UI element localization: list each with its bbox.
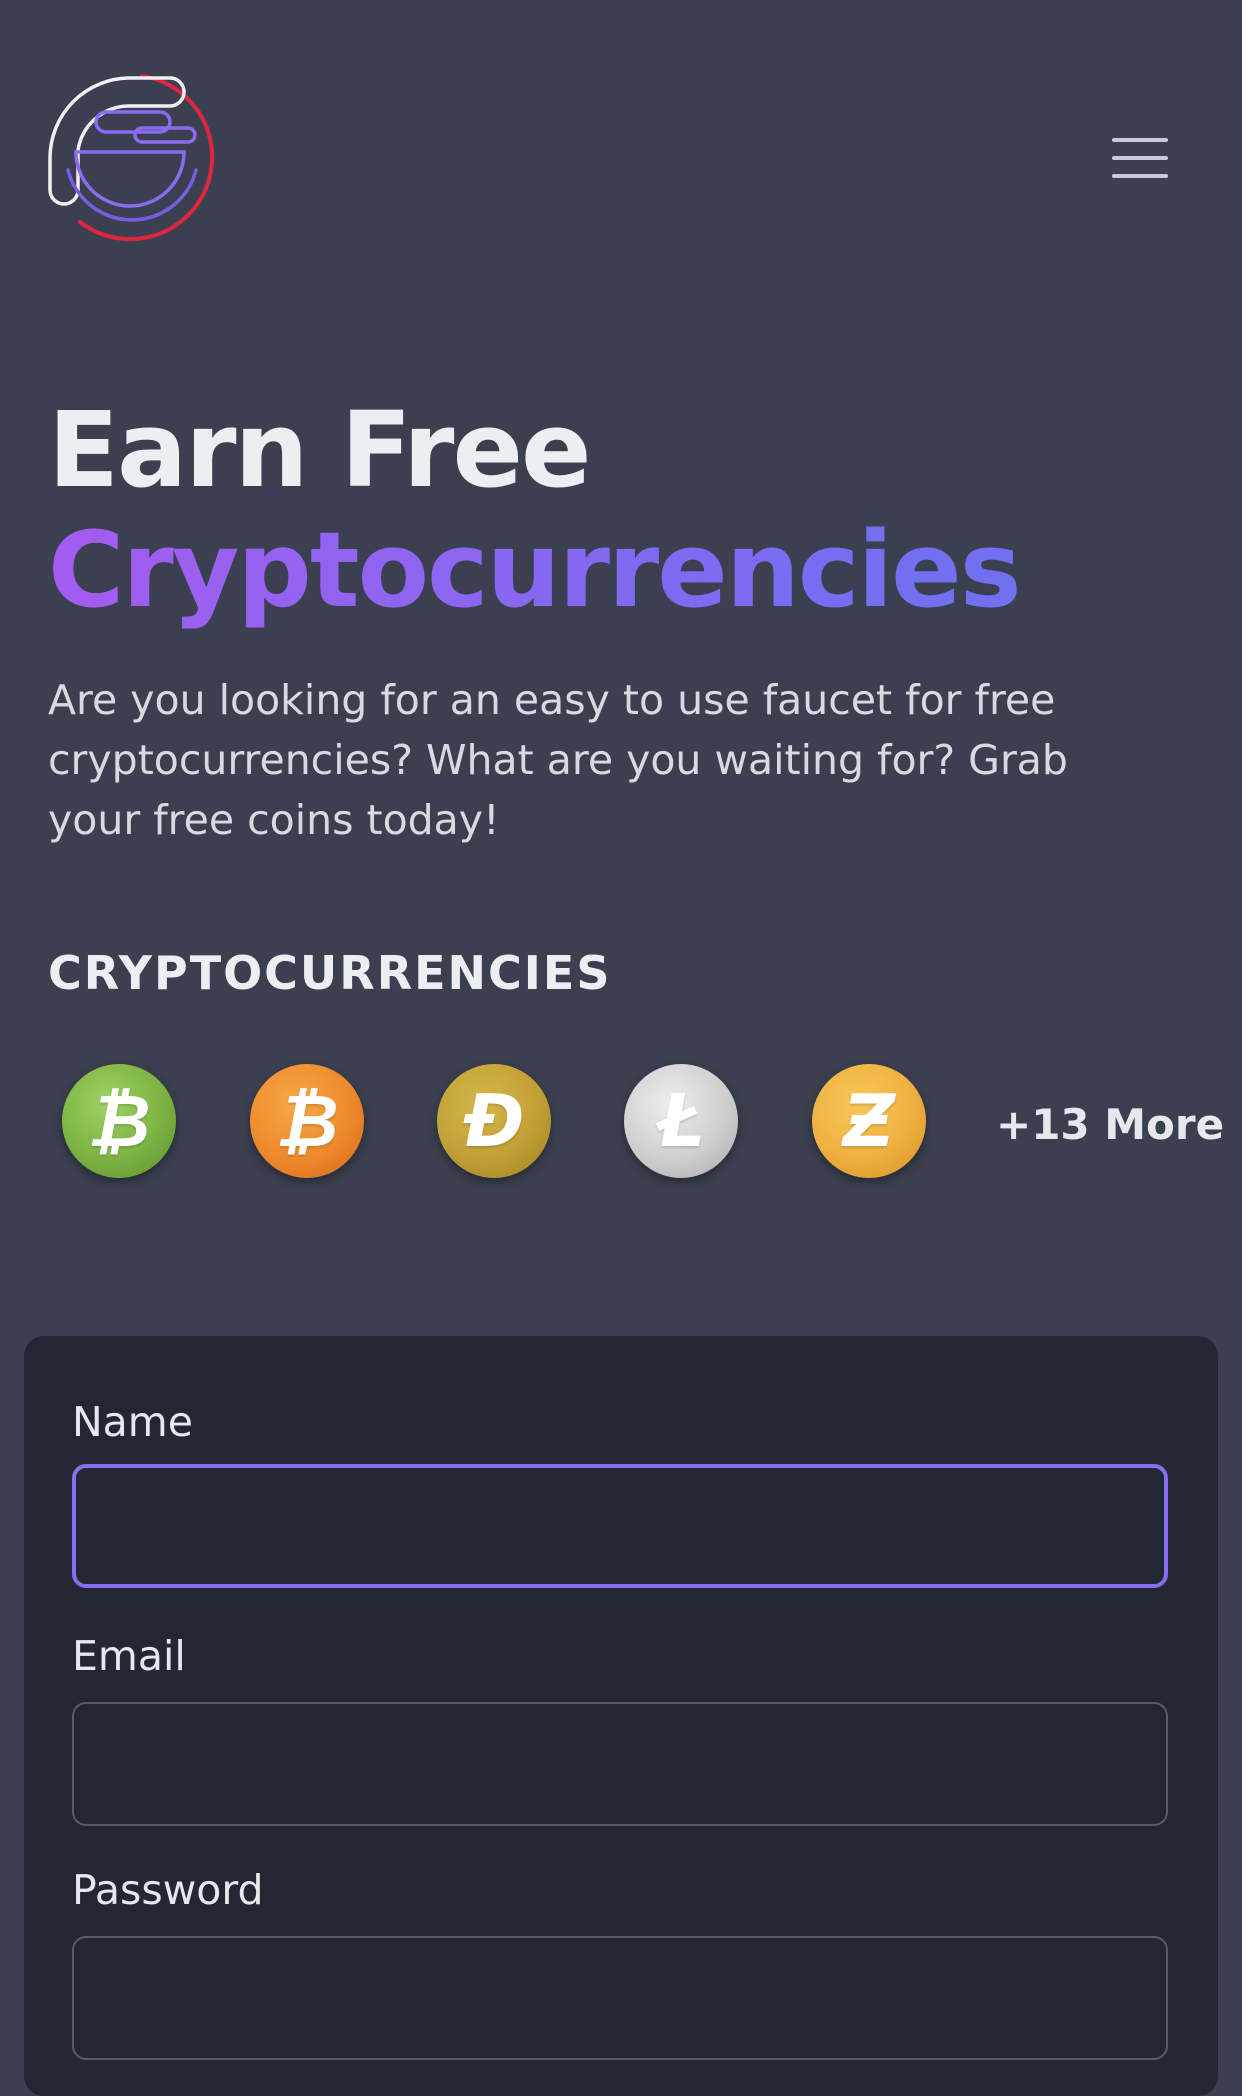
coin-glyph: Ð bbox=[463, 1079, 525, 1163]
menu-bar bbox=[1112, 138, 1168, 142]
hero-title-line2: Cryptocurrencies bbox=[48, 510, 1198, 630]
password-input[interactable] bbox=[72, 1936, 1168, 2060]
bitcoin-icon[interactable]: ₿ bbox=[250, 1064, 364, 1178]
menu-bar bbox=[1112, 174, 1168, 178]
site-header bbox=[0, 0, 1242, 260]
bitcoin-cash-icon[interactable]: ₿ bbox=[62, 1064, 176, 1178]
litecoin-icon[interactable]: Ł bbox=[624, 1064, 738, 1178]
hero-title-line1: Earn Free bbox=[48, 389, 592, 511]
coin-glyph: Ł bbox=[657, 1079, 705, 1163]
name-input[interactable] bbox=[72, 1464, 1168, 1588]
zcash-icon[interactable]: Ƶ bbox=[812, 1064, 926, 1178]
cryptocurrencies-heading: CRYPTOCURRENCIES bbox=[48, 946, 612, 1000]
faucet-logo-icon[interactable] bbox=[46, 72, 218, 244]
dogecoin-icon[interactable]: Ð bbox=[437, 1064, 551, 1178]
email-input[interactable] bbox=[72, 1702, 1168, 1826]
email-label: Email bbox=[72, 1632, 186, 1680]
coin-list: ₿ ₿ Ð Ł Ƶ +13 More bbox=[62, 1064, 1224, 1178]
signup-form: Name Email Password bbox=[24, 1336, 1218, 2096]
coin-glyph: Ƶ bbox=[842, 1079, 896, 1163]
password-label: Password bbox=[72, 1866, 264, 1914]
hero-title: Earn Free Cryptocurrencies bbox=[48, 390, 1198, 630]
name-label: Name bbox=[72, 1398, 193, 1446]
coin-glyph: ₿ bbox=[275, 1079, 339, 1163]
coin-glyph: ₿ bbox=[87, 1079, 151, 1163]
menu-bar bbox=[1112, 156, 1168, 160]
hamburger-menu-icon[interactable] bbox=[1112, 136, 1172, 180]
hero-section: Earn Free Cryptocurrencies Are you looki… bbox=[48, 390, 1198, 850]
more-coins-link[interactable]: +13 More bbox=[996, 1100, 1224, 1149]
hero-description: Are you looking for an easy to use fauce… bbox=[48, 676, 1068, 844]
